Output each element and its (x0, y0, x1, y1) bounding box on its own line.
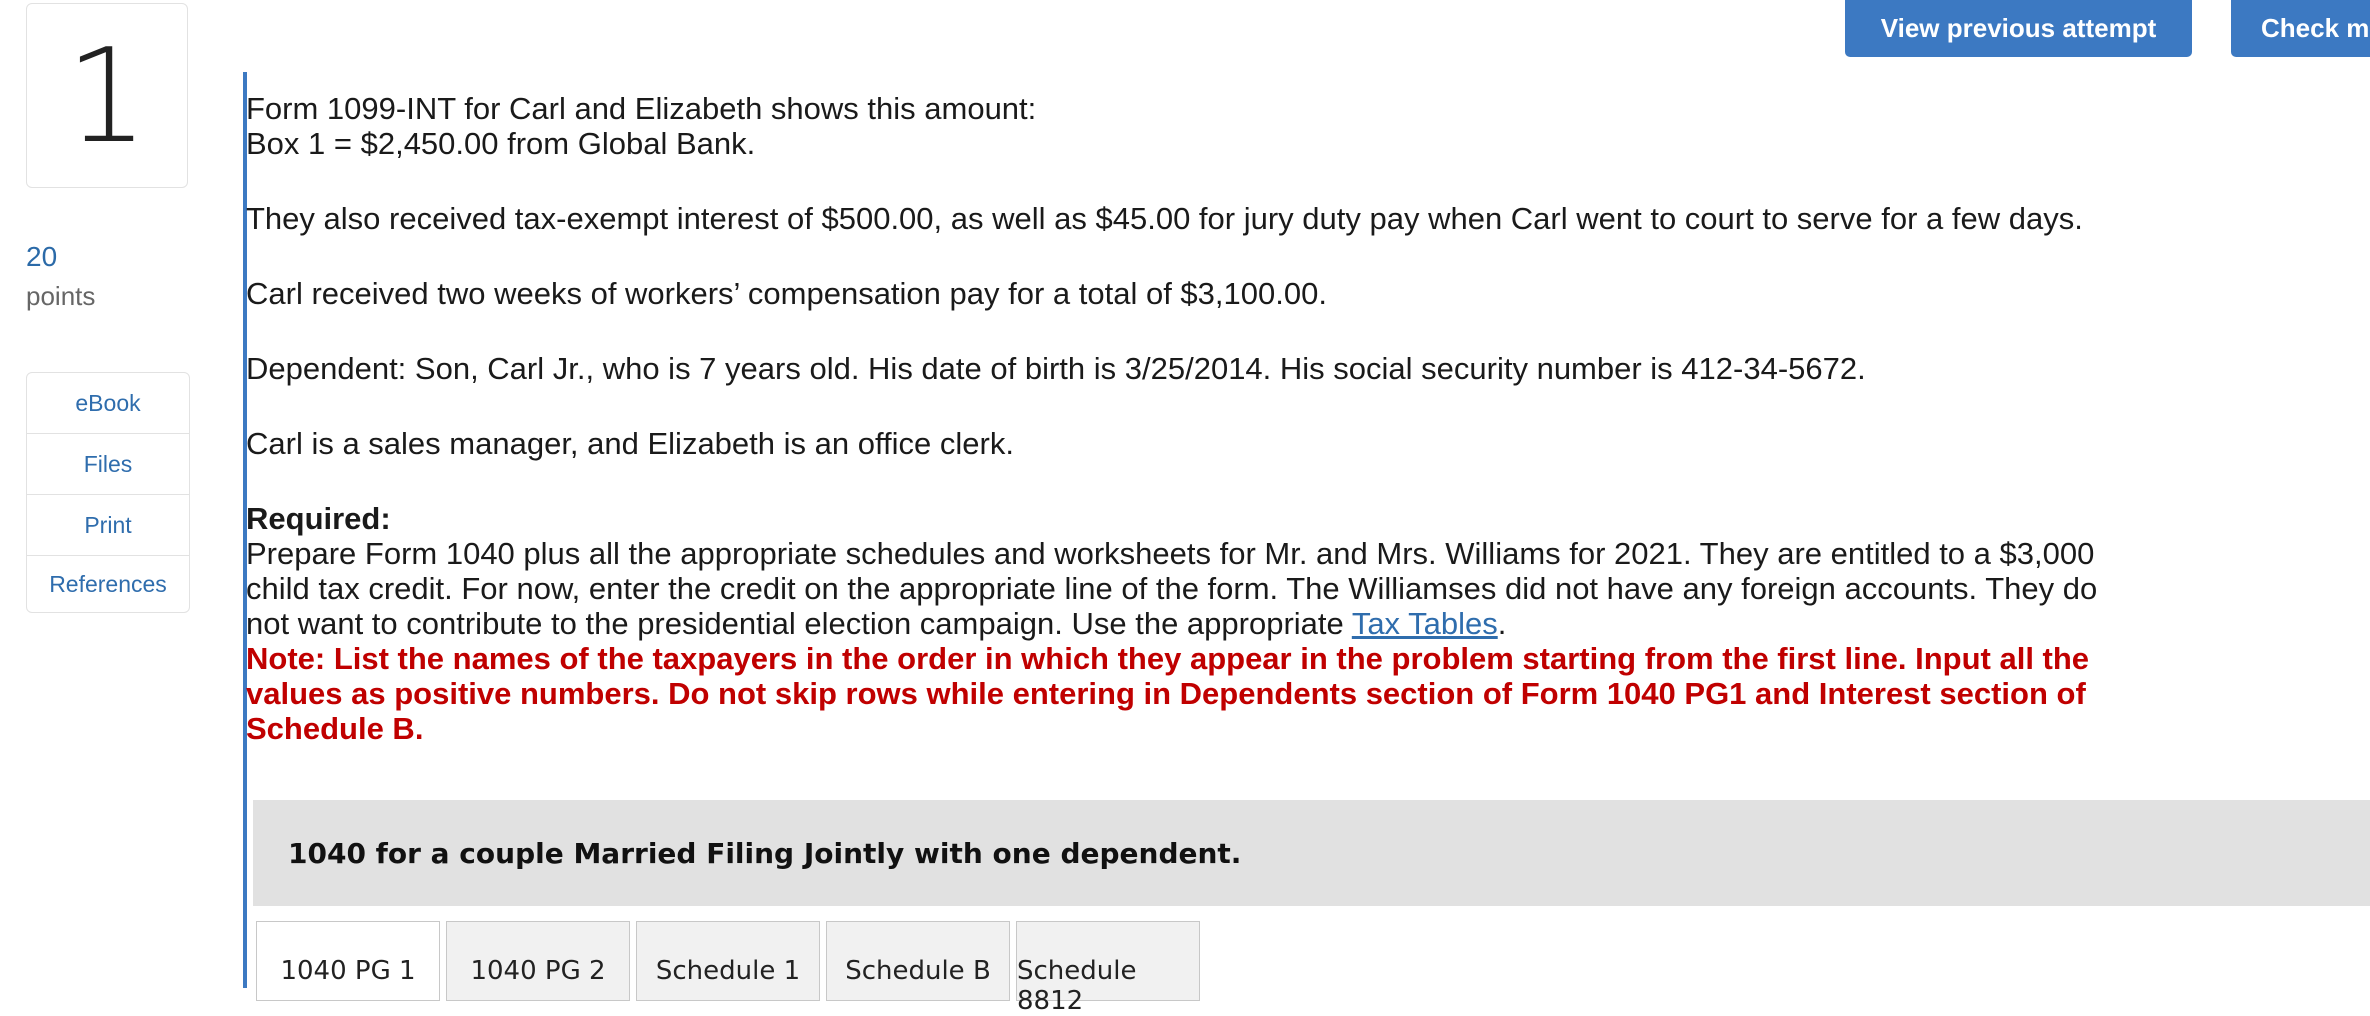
box1-line: Box 1 = $2,450.00 from Global Bank. (246, 126, 756, 161)
form-tabs: 1040 PG 1 1040 PG 2 Schedule 1 Schedule … (256, 921, 1206, 1016)
print-link[interactable]: Print (27, 495, 189, 556)
check-my-work-button[interactable]: Check m (2231, 0, 2370, 57)
interest-paragraph: They also received tax-exempt interest o… (246, 201, 2083, 236)
tab-schedule-1[interactable]: Schedule 1 (636, 921, 820, 1001)
points-label: points (26, 281, 96, 311)
period: . (1497, 606, 1507, 641)
dependent-paragraph: Dependent: Son, Carl Jr., who is 7 years… (246, 351, 1866, 386)
question-number-box: 1 (26, 3, 188, 188)
occupations-paragraph: Carl is a sales manager, and Elizabeth i… (246, 426, 1014, 461)
note-text: Note: List the names of the taxpayers in… (246, 641, 2090, 746)
tab-1040-pg1[interactable]: 1040 PG 1 (256, 921, 440, 1001)
form-section-title: 1040 for a couple Married Filing Jointly… (288, 836, 1242, 870)
use-text: Use the appropriate (1071, 606, 1344, 641)
ebook-link[interactable]: eBook (27, 373, 189, 434)
files-link[interactable]: Files (27, 434, 189, 495)
points-value: 20 (26, 241, 58, 272)
tax-tables-link[interactable]: Tax Tables (1352, 606, 1498, 641)
tab-schedule-b[interactable]: Schedule B (826, 921, 1010, 1001)
side-menu: eBook Files Print References (26, 372, 190, 613)
form-1099-line: Form 1099-INT for Carl and Elizabeth sho… (246, 91, 1037, 126)
question-number: 1 (65, 19, 149, 172)
form-section-header: 1040 for a couple Married Filing Jointly… (253, 800, 2370, 906)
required-instructions: Prepare Form 1040 plus all the appropria… (246, 536, 2136, 641)
workers-comp-paragraph: Carl received two weeks of workers’ comp… (246, 276, 1327, 311)
question-content: Form 1099-INT for Carl and Elizabeth sho… (246, 91, 2146, 746)
view-previous-attempt-button[interactable]: View previous attempt (1845, 0, 2192, 57)
tab-1040-pg2[interactable]: 1040 PG 2 (446, 921, 630, 1001)
tab-schedule-8812[interactable]: Schedule 8812 (1016, 921, 1200, 1016)
references-link[interactable]: References (27, 556, 189, 612)
required-heading: Required: (246, 501, 391, 536)
